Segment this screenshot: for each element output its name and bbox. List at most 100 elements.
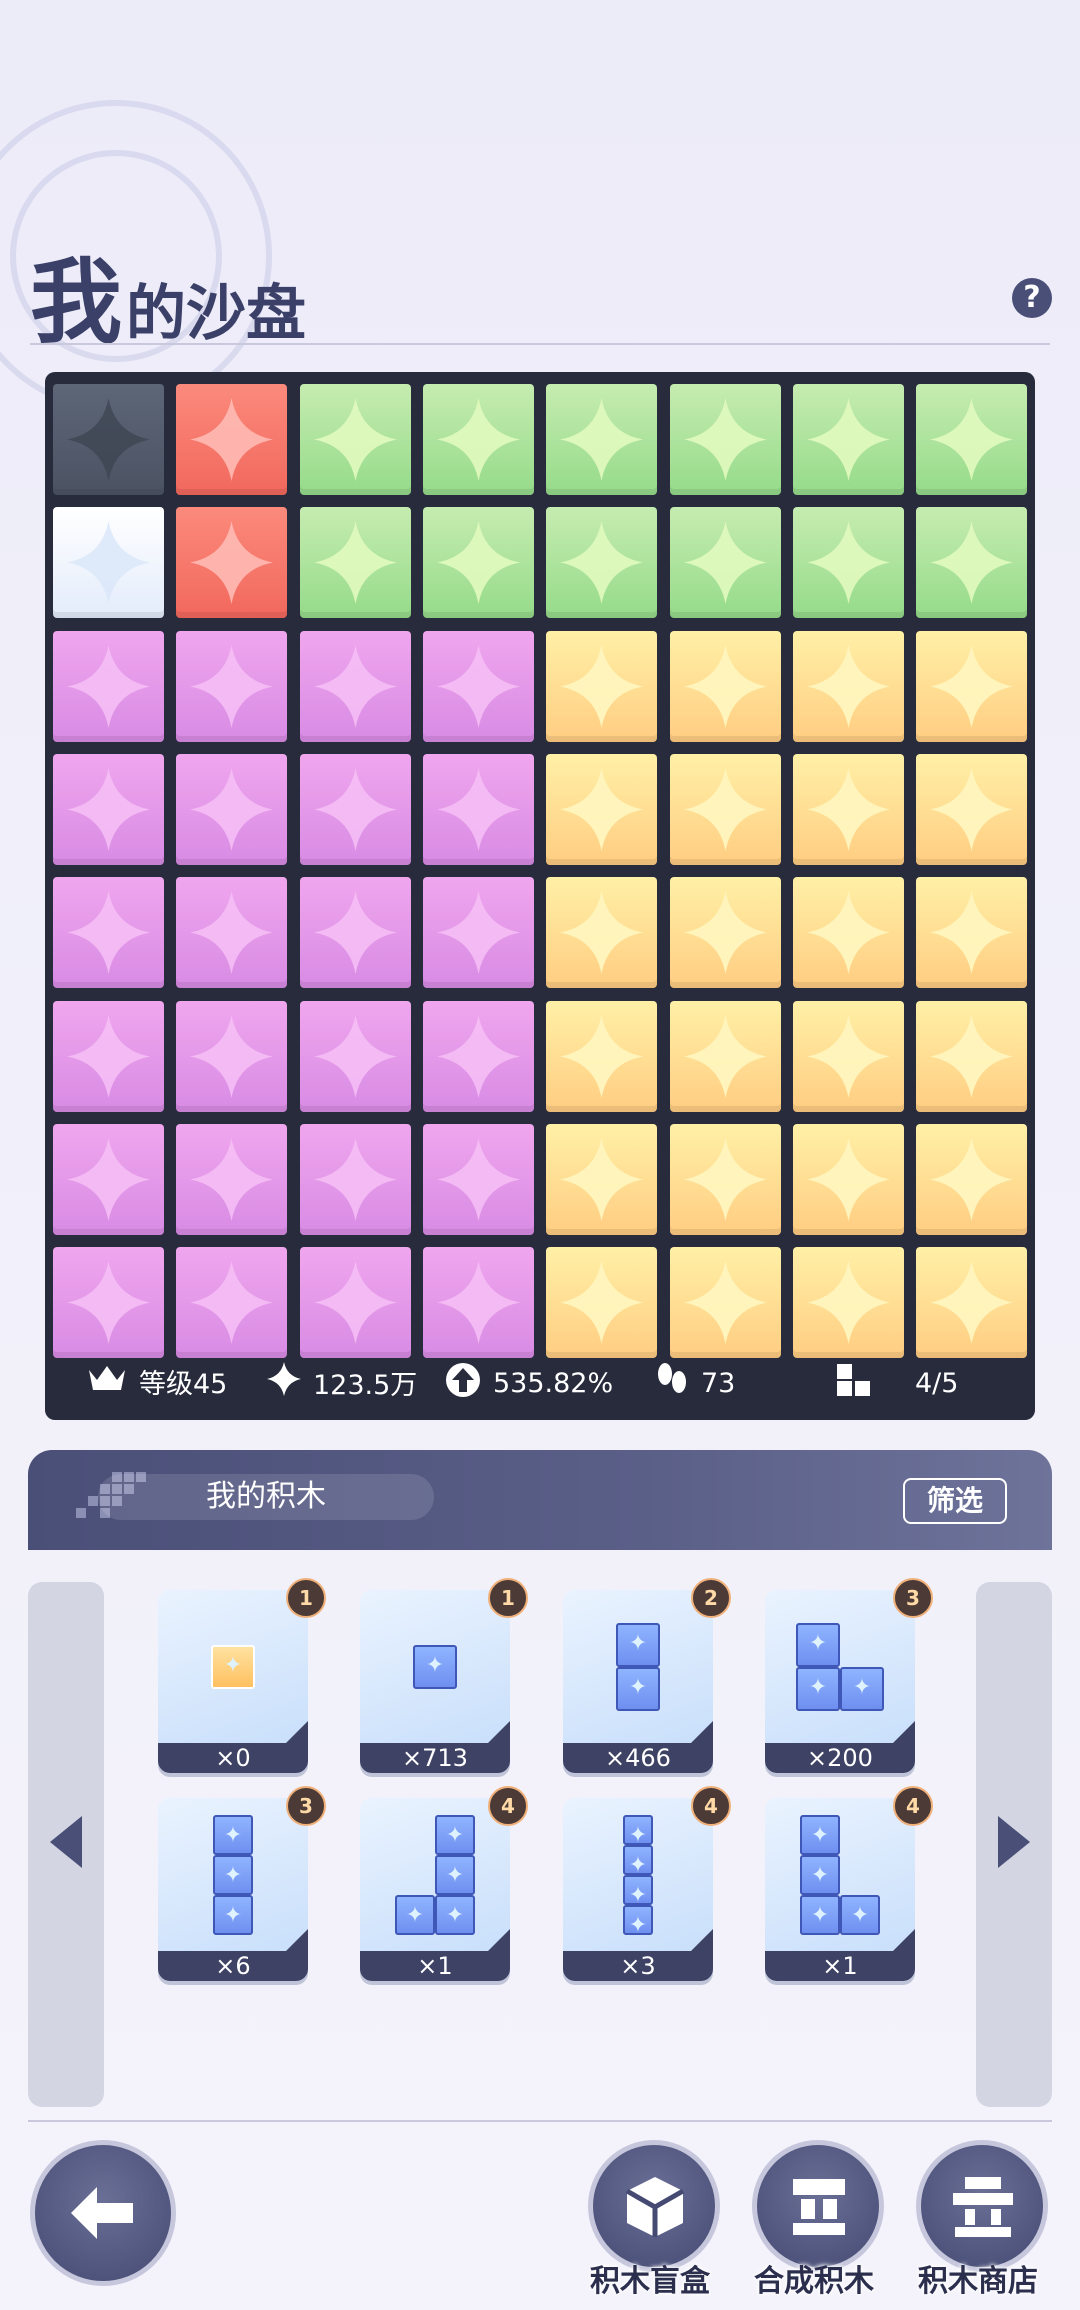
board-tile[interactable]: [916, 753, 1028, 865]
board-tile[interactable]: [176, 877, 288, 989]
board-tile[interactable]: [669, 753, 781, 865]
block-level-badge: 4: [893, 1786, 933, 1826]
board-tile[interactable]: [792, 1000, 904, 1112]
board-tile[interactable]: [299, 630, 411, 742]
sandbox-board: 等级45 123.5万 535.82% 73 4/5: [45, 372, 1035, 1420]
block-count: ×0: [158, 1743, 308, 1773]
board-tile[interactable]: [792, 877, 904, 989]
board-tile[interactable]: [546, 630, 658, 742]
synthesize-button[interactable]: [752, 2140, 884, 2272]
board-tile[interactable]: [299, 753, 411, 865]
board-tile[interactable]: [792, 630, 904, 742]
board-tile[interactable]: [669, 1000, 781, 1112]
board-tile[interactable]: [176, 1000, 288, 1112]
board-tile[interactable]: [53, 507, 164, 619]
board-tile[interactable]: [53, 630, 164, 742]
board-tile[interactable]: [792, 753, 904, 865]
block-card[interactable]: ×6: [158, 1798, 308, 1981]
board-tile[interactable]: [916, 1000, 1028, 1112]
card-corner: [893, 1929, 915, 1951]
board-tile[interactable]: [422, 1000, 534, 1112]
board-tile[interactable]: [916, 877, 1028, 989]
board-tile[interactable]: [669, 1247, 781, 1359]
block-cell: [413, 1644, 457, 1689]
board-tile[interactable]: [546, 384, 658, 495]
board-tile[interactable]: [299, 384, 411, 495]
blind-box-button[interactable]: [588, 2140, 720, 2272]
board-tile[interactable]: [422, 507, 534, 619]
board-tile[interactable]: [916, 507, 1028, 619]
star-icon: [436, 767, 520, 851]
board-tile[interactable]: [792, 1123, 904, 1235]
board-tile[interactable]: [53, 1000, 164, 1112]
block-cell: [435, 1854, 475, 1895]
board-tile[interactable]: [792, 384, 904, 495]
block-card[interactable]: ×1: [765, 1798, 915, 1981]
board-tile[interactable]: [176, 1247, 288, 1359]
synthesize-label: 合成积木: [754, 2264, 874, 2299]
board-tile[interactable]: [299, 507, 411, 619]
board-tile[interactable]: [916, 1247, 1028, 1359]
board-tile[interactable]: [546, 507, 658, 619]
board-tile[interactable]: [546, 1000, 658, 1112]
board-tile[interactable]: [669, 507, 781, 619]
board-tile[interactable]: [792, 1247, 904, 1359]
board-tile[interactable]: [546, 753, 658, 865]
board-tile[interactable]: [422, 384, 534, 495]
board-tile[interactable]: [546, 877, 658, 989]
board-tile[interactable]: [53, 753, 164, 865]
board-tile[interactable]: [53, 384, 164, 495]
block-cell: [211, 1644, 255, 1689]
star-icon: [313, 891, 397, 975]
back-button[interactable]: [30, 2140, 176, 2286]
board-tile[interactable]: [176, 1123, 288, 1235]
board-tile[interactable]: [176, 507, 288, 619]
board-tile[interactable]: [53, 877, 164, 989]
board-tile[interactable]: [176, 630, 288, 742]
board-tile[interactable]: [176, 384, 288, 495]
board-tile[interactable]: [669, 877, 781, 989]
board-tile[interactable]: [176, 753, 288, 865]
block-count: ×1: [360, 1951, 510, 1981]
board-tile[interactable]: [916, 630, 1028, 742]
board-tile[interactable]: [299, 877, 411, 989]
block-count: ×3: [563, 1951, 713, 1981]
board-tile[interactable]: [546, 1247, 658, 1359]
board-tile[interactable]: [546, 1123, 658, 1235]
board-tile[interactable]: [53, 1247, 164, 1359]
help-button[interactable]: ?: [1012, 278, 1052, 318]
board-tile[interactable]: [299, 1123, 411, 1235]
board-tile[interactable]: [299, 1247, 411, 1359]
board-tile[interactable]: [422, 1247, 534, 1359]
star-icon: [560, 644, 644, 728]
board-tile[interactable]: [422, 630, 534, 742]
next-page-button[interactable]: [976, 1582, 1052, 2107]
stats-bar: 等级45 123.5万 535.82% 73 4/5: [45, 1352, 1035, 1408]
prev-page-button[interactable]: [28, 1582, 104, 2107]
block-card[interactable]: ×0: [158, 1590, 308, 1773]
shop-icon: [953, 2177, 1013, 2237]
block-card[interactable]: ×3: [563, 1798, 713, 1981]
board-tile[interactable]: [299, 1000, 411, 1112]
arrow-left-icon: [50, 1816, 82, 1868]
star-icon: [930, 521, 1014, 605]
board-tile[interactable]: [669, 630, 781, 742]
board-tile[interactable]: [422, 753, 534, 865]
board-tile[interactable]: [422, 877, 534, 989]
block-card[interactable]: ×466: [563, 1590, 713, 1773]
board-tile[interactable]: [53, 1123, 164, 1235]
board-tile[interactable]: [669, 1123, 781, 1235]
block-card[interactable]: ×1: [360, 1798, 510, 1981]
block-card[interactable]: ×200: [765, 1590, 915, 1773]
board-tile[interactable]: [422, 1123, 534, 1235]
block-card[interactable]: ×713: [360, 1590, 510, 1773]
filter-button[interactable]: 筛选: [903, 1478, 1007, 1524]
star-icon: [930, 644, 1014, 728]
board-tile[interactable]: [916, 1123, 1028, 1235]
block-shape-preview: [213, 1814, 253, 1935]
board-tile[interactable]: [669, 384, 781, 495]
board-tile[interactable]: [916, 384, 1028, 495]
block-level-badge: 3: [893, 1578, 933, 1618]
shop-button[interactable]: [916, 2140, 1048, 2272]
board-tile[interactable]: [792, 507, 904, 619]
